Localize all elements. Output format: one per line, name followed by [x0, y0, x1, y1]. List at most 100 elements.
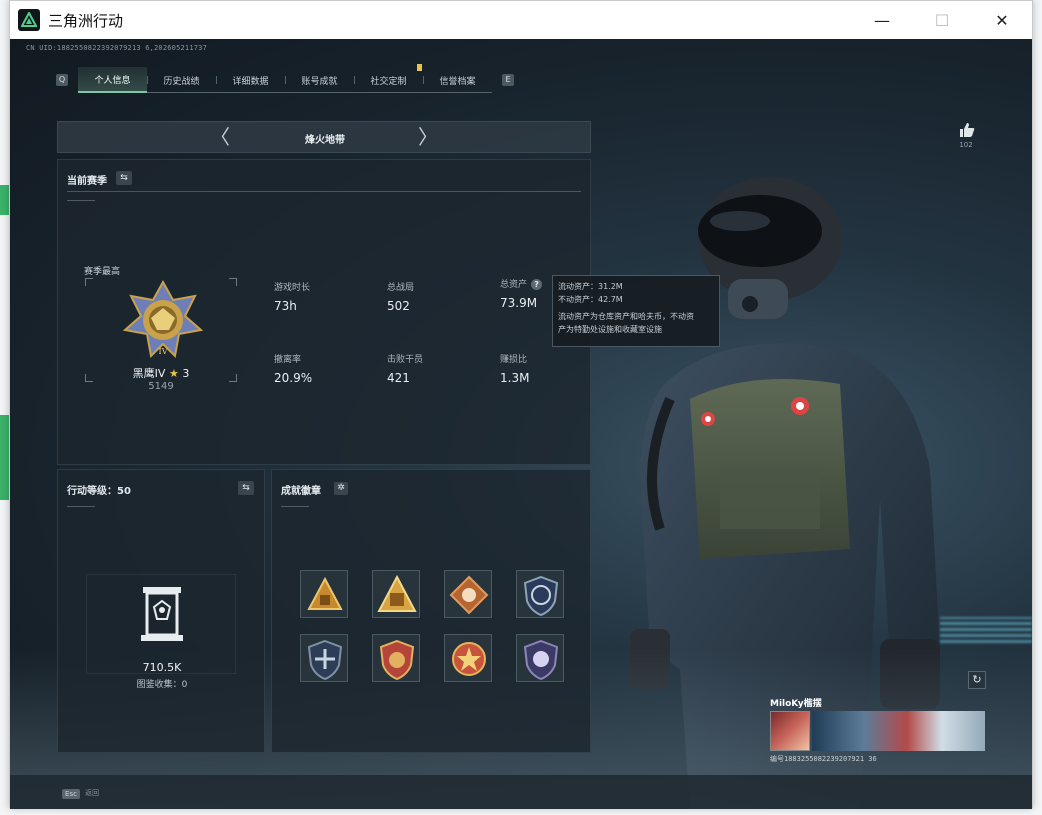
stat-label-text: 总资产	[500, 280, 528, 290]
badge-slot[interactable]	[444, 570, 492, 618]
operation-level-panel: 行动等级：50 ⇆ 710.5K 图鉴收集：0	[57, 469, 265, 753]
player-id: 编号1883255082239207921 36	[770, 755, 877, 763]
badge-slot[interactable]	[516, 634, 564, 682]
close-button[interactable]: ✕	[972, 1, 1032, 39]
badge-slot[interactable]	[300, 634, 348, 682]
rank-label: 赛季最高	[84, 267, 121, 277]
tab-detailed-data[interactable]: 详细数据	[216, 67, 285, 93]
rank-emblem-icon: IV	[122, 279, 204, 359]
rank-score: 5149	[148, 381, 174, 392]
stat-label: 总战局	[387, 283, 415, 293]
stat-value: 73.9M	[500, 296, 538, 310]
tab-personal-info[interactable]: 个人信息	[78, 67, 147, 93]
star-medal-badge-icon	[452, 642, 486, 676]
shield-blue-badge-icon	[307, 639, 343, 681]
new-notification-marker	[417, 64, 422, 71]
badge-slot[interactable]	[372, 634, 420, 682]
tab-bar: Q 个人信息 历史战绩 详细数据 账号成就 社交定制 信誉档案 E	[56, 64, 514, 93]
refresh-icon[interactable]: ↻	[968, 671, 986, 689]
stat-label: 总资产?	[500, 277, 543, 290]
help-icon[interactable]: ?	[531, 279, 543, 290]
stat-extraction-rate: 撤离率 20.9%	[274, 352, 312, 385]
collection-display	[86, 574, 236, 674]
background-light-streaks	[940, 617, 1032, 643]
shield-steel-badge-icon	[523, 575, 559, 617]
map-next-button[interactable]: 〉	[418, 126, 438, 148]
divider	[281, 506, 309, 507]
triangle-gold-badge-icon	[307, 576, 343, 610]
badge-settings-button[interactable]: ✲	[334, 482, 348, 495]
player-card[interactable]: MiloKy楷摆 编号1883255082239207921 36	[770, 696, 985, 766]
tooltip-desc-2: 产为特勤处设施和收藏室设施	[558, 325, 662, 334]
rank-title: 黑鹰IV	[132, 367, 166, 380]
season-panel: 当前赛季 ⇆ 赛季最高 IV 黑鹰IV ★ 3 5149 游戏时长 73h 总战…	[57, 159, 591, 465]
stat-play-time: 游戏时长 73h	[274, 280, 310, 313]
frame-corner	[229, 278, 237, 286]
stat-value: 1.3M	[500, 371, 530, 385]
stat-label: 赚损比	[500, 355, 528, 365]
badge-slot[interactable]	[300, 570, 348, 618]
maximize-button[interactable]: ☐	[912, 1, 972, 39]
level-swap-button[interactable]: ⇆	[238, 481, 254, 495]
shield-red-badge-icon	[379, 639, 415, 681]
uid-line: CN UID:1882550822392079213 6,20260521173…	[26, 44, 207, 52]
star-icon: ★	[168, 367, 179, 380]
tab-prev-key[interactable]: Q	[56, 74, 68, 86]
tooltip-liquid: 流动资产：31.2M	[558, 282, 623, 291]
profile-banner	[812, 711, 985, 751]
badges-heading: 成就徽章	[281, 486, 321, 497]
season-heading: 当前赛季	[67, 176, 107, 187]
divider	[67, 506, 95, 507]
stat-operators-defeated: 击败干员 421	[387, 352, 423, 385]
stat-profit-loss: 赚损比 1.3M	[500, 352, 529, 385]
app-window: 三角洲行动 — ☐ ✕ CN UID:1882550822392079213 6…	[9, 0, 1033, 809]
like-count: 102	[959, 141, 973, 149]
stat-label: 击败干员	[387, 355, 424, 365]
svg-text:IV: IV	[159, 347, 168, 356]
divider	[67, 200, 95, 201]
triangle-bag-badge-icon	[377, 574, 417, 612]
badge-slot[interactable]	[444, 634, 492, 682]
season-swap-button[interactable]: ⇆	[116, 171, 132, 185]
map-selector: 〈 烽火地带 〉	[57, 121, 591, 153]
tab-achievements[interactable]: 账号成就	[285, 67, 354, 93]
collection-value: 710.5K	[142, 661, 182, 674]
achievement-badges-panel: 成就徽章 ✲	[271, 469, 591, 753]
thumbs-up-icon[interactable]	[958, 121, 976, 139]
rank-stars: 3	[182, 367, 190, 380]
tab-social-custom[interactable]: 社交定制	[354, 67, 423, 93]
frame-corner	[85, 278, 93, 286]
esc-hint: 返回	[85, 789, 99, 797]
tooltip-fixed: 不动资产：42.7M	[558, 295, 623, 304]
stat-value: 421	[387, 371, 410, 385]
stat-total-assets: 总资产? 73.9M	[500, 277, 543, 310]
tooltip-desc-1: 流动资产为仓库资产和哈夫币，不动资	[558, 312, 694, 321]
tab-history[interactable]: 历史战绩	[147, 67, 216, 93]
assets-tooltip: 流动资产：31.2M 不动资产：42.7M 流动资产为仓库资产和哈夫币，不动资 …	[552, 275, 720, 347]
bottom-bar	[10, 775, 1032, 809]
collection-count: 图鉴收集：0	[136, 680, 188, 690]
stat-value: 20.9%	[274, 371, 313, 385]
diamond-brown-badge-icon	[449, 575, 489, 615]
stat-total-matches: 总战局 502	[387, 280, 414, 313]
game-viewport: CN UID:1882550822392079213 6,20260521173…	[10, 39, 1032, 809]
esc-key[interactable]: Esc	[62, 789, 80, 799]
stat-label: 撤离率	[274, 355, 302, 365]
avatar	[770, 711, 810, 751]
window-title: 三角洲行动	[48, 11, 124, 30]
level-heading: 行动等级：50	[67, 486, 131, 497]
player-name: MiloKy楷摆	[770, 699, 822, 709]
shield-purple-badge-icon	[523, 639, 559, 681]
stat-value: 502	[387, 299, 410, 313]
collection-shrine-icon	[141, 587, 183, 641]
stat-label: 游戏时长	[274, 283, 311, 293]
rank-name: 黑鹰IV ★ 3	[85, 365, 237, 381]
badge-slot[interactable]	[516, 570, 564, 618]
minimize-button[interactable]: —	[852, 1, 912, 39]
badge-slot[interactable]	[372, 570, 420, 618]
title-bar: 三角洲行动 — ☐ ✕	[10, 1, 1032, 39]
tab-next-key[interactable]: E	[502, 74, 514, 86]
map-title: 烽火地带	[305, 135, 345, 146]
app-logo-icon	[18, 9, 40, 31]
tab-reputation[interactable]: 信誉档案	[423, 67, 492, 93]
